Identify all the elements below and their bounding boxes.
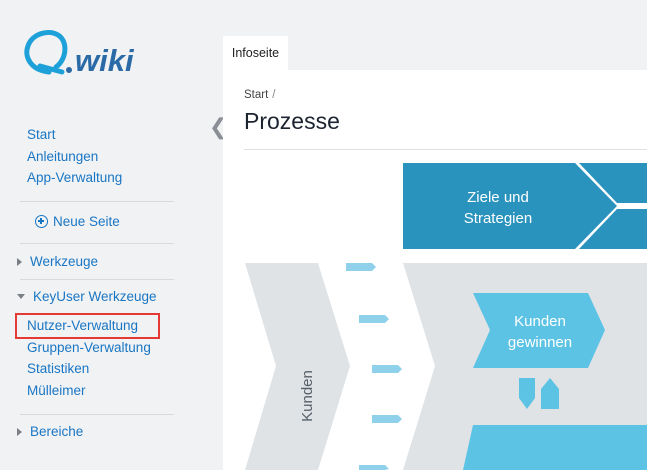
highlight-box	[15, 313, 160, 339]
nav-anleitungen[interactable]: Anleitungen	[27, 146, 122, 168]
divider	[20, 279, 174, 280]
nav-app-verwaltung[interactable]: App-Verwaltung	[27, 167, 122, 189]
flow-arrow	[346, 263, 376, 271]
flow-arrow	[372, 415, 402, 423]
plus-circle-icon	[35, 215, 48, 228]
tab-label: Infoseite	[231, 46, 280, 60]
breadcrumb: Start /	[244, 89, 276, 101]
sidebar: wiki Start Anleitungen App-Verwaltung Ne…	[0, 0, 200, 470]
expand-right-icon	[17, 257, 22, 266]
section-bereiche[interactable]: Bereiche	[17, 424, 83, 439]
customer-label: Kunden	[299, 370, 316, 422]
nav-statistiken[interactable]: Statistiken	[27, 358, 151, 380]
divider	[20, 243, 174, 244]
title-divider	[244, 149, 647, 150]
section-bereiche-label: Bereiche	[30, 424, 84, 439]
bottom-process-shape[interactable]	[463, 425, 647, 470]
breadcrumb-start[interactable]: Start	[244, 89, 268, 101]
goals-strategies-shape[interactable]	[403, 163, 617, 249]
flow-arrow	[359, 315, 389, 323]
expand-down-icon	[17, 294, 25, 299]
win-label-line2: gewinnen	[508, 334, 572, 351]
win-label-line1: Kunden	[514, 313, 566, 330]
divider	[20, 201, 174, 202]
flow-arrow	[372, 365, 402, 373]
nav-muelleimer[interactable]: Mülleimer	[27, 380, 151, 402]
main-nav: Start Anleitungen App-Verwaltung	[27, 124, 122, 189]
tab-infoseite[interactable]: Infoseite	[223, 36, 288, 70]
section-werkzeuge-label: Werkzeuge	[30, 254, 99, 269]
nav-gruppen-verwaltung[interactable]: Gruppen-Verwaltung	[27, 337, 151, 359]
new-page-button[interactable]: Neue Seite	[35, 214, 120, 229]
divider	[20, 414, 174, 415]
expand-right-icon	[17, 427, 22, 436]
goals-label-line2: Strategien	[464, 210, 532, 227]
new-page-label: Neue Seite	[53, 214, 120, 229]
breadcrumb-separator: /	[272, 89, 276, 101]
section-keyuser-werkzeuge[interactable]: KeyUser Werkzeuge	[17, 289, 157, 304]
qwiki-logo[interactable]: wiki	[22, 26, 162, 81]
flow-arrow	[359, 465, 389, 470]
page-title: Prozesse	[244, 108, 340, 134]
customer-chevron[interactable]	[245, 263, 350, 470]
goals-label-line1: Ziele und	[467, 189, 529, 206]
flow-arrows	[346, 263, 402, 470]
section-werkzeuge[interactable]: Werkzeuge	[17, 254, 98, 269]
section-keyuser-label: KeyUser Werkzeuge	[33, 289, 157, 304]
nav-start[interactable]: Start	[27, 124, 122, 146]
process-diagram: Ziele und Strategien Kunden Kunden gewin…	[245, 163, 647, 470]
win-customers-shape[interactable]	[473, 293, 605, 368]
logo-text: wiki	[75, 43, 135, 78]
